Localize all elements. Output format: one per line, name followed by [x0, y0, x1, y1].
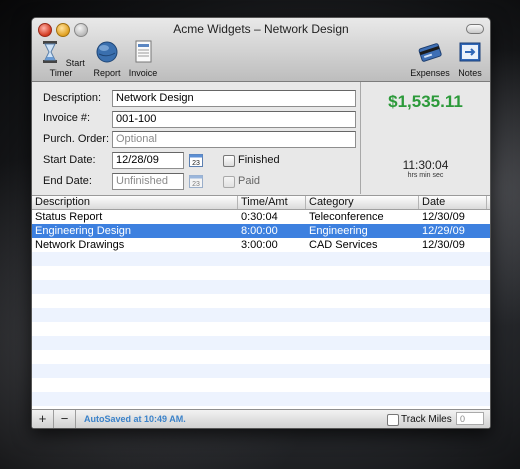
remove-entry-button[interactable]: − — [54, 410, 76, 428]
end-date-label: End Date: — [43, 175, 92, 187]
description-field[interactable]: Network Design — [112, 90, 356, 107]
title-bar: Acme Widgets – Network Design Start Time… — [32, 18, 490, 82]
invoice-button[interactable]: Invoice — [126, 40, 160, 78]
globe-icon — [96, 41, 118, 63]
start-timer-button[interactable]: Start Timer — [36, 40, 86, 78]
autosave-status: AutoSaved at 10:49 AM. — [84, 414, 186, 424]
report-label: Report — [93, 68, 121, 78]
empty-row — [32, 280, 490, 294]
cell-description: Network Drawings — [35, 239, 125, 251]
empty-row — [32, 266, 490, 280]
toolbar-toggle-button[interactable] — [466, 24, 484, 34]
table-row[interactable]: Network Drawings 3:00:00 CAD Services 12/30… — [32, 238, 490, 252]
end-date-field[interactable]: Unfinished — [112, 173, 184, 190]
paid-checkbox[interactable] — [223, 176, 235, 188]
cell-category: Teleconference — [309, 211, 384, 223]
column-header-category[interactable]: Category — [306, 196, 419, 209]
empty-row — [32, 392, 490, 406]
table-header: Description Time/Amt Category Date — [32, 196, 490, 210]
expenses-button[interactable]: Expenses — [408, 40, 452, 78]
empty-row — [32, 350, 490, 364]
entries-table: Description Time/Amt Category Date Statu… — [32, 195, 490, 410]
empty-row — [32, 364, 490, 378]
summary-panel: $1,535.11 11:30:04 hrs min sec — [361, 82, 490, 194]
empty-row — [32, 336, 490, 350]
column-header-date[interactable]: Date — [419, 196, 487, 209]
start-date-label: Start Date: — [43, 154, 96, 166]
cell-category: Engineering — [309, 225, 368, 237]
paid-label: Paid — [238, 175, 261, 187]
cell-date: 12/30/09 — [422, 239, 465, 251]
expenses-label: Expenses — [410, 68, 450, 78]
invoice-document-icon — [135, 40, 152, 63]
end-date-calendar-button[interactable]: 23 — [189, 174, 203, 188]
start-date-field[interactable]: 12/28/09 — [112, 152, 184, 169]
purchase-order-field[interactable]: Optional — [112, 131, 356, 148]
purchase-order-label: Purch. Order: — [43, 133, 110, 145]
invoice-number-label: Invoice #: — [43, 112, 91, 124]
cell-description: Engineering Design — [35, 225, 132, 237]
credit-card-icon — [418, 43, 442, 62]
timer-units: hrs min sec — [407, 172, 444, 179]
empty-row — [32, 322, 490, 336]
svg-text:23: 23 — [192, 181, 200, 188]
app-window: Acme Widgets – Network Design Start Time… — [31, 17, 491, 429]
notes-icon — [459, 42, 481, 62]
hourglass-icon — [43, 41, 58, 63]
cell-date: 12/29/09 — [422, 225, 465, 237]
empty-row — [32, 308, 490, 322]
invoice-label: Invoice — [128, 68, 158, 78]
table-row[interactable]: Engineering Design 8:00:00 Engineering 12/2… — [32, 224, 490, 238]
cell-time: 0:30:04 — [241, 211, 278, 223]
empty-row — [32, 252, 490, 266]
notes-label: Notes — [458, 68, 482, 78]
start-date-calendar-button[interactable]: 23 — [189, 153, 203, 167]
svg-text:23: 23 — [192, 160, 200, 167]
invoice-number-field[interactable]: 001-100 — [112, 111, 356, 128]
track-miles-label: Track Miles — [401, 414, 452, 425]
column-header-description[interactable]: Description — [32, 196, 238, 209]
bottom-bar: + − AutoSaved at 10:49 AM. Track Miles 0 — [32, 409, 490, 428]
column-header-time[interactable]: Time/Amt — [238, 196, 306, 209]
empty-row — [32, 378, 490, 392]
finished-checkbox[interactable] — [223, 155, 235, 167]
calendar-icon: 23 — [189, 154, 203, 167]
details-panel: Description: Network Design Invoice #: 0… — [32, 82, 361, 194]
elapsed-timer: 11:30:04 — [402, 158, 449, 172]
report-button[interactable]: Report — [90, 40, 124, 78]
table-row[interactable]: Status Report 0:30:04 Teleconference 12/30/… — [32, 210, 490, 224]
cell-description: Status Report — [35, 211, 103, 223]
total-amount: $1,535.11 — [388, 92, 463, 111]
empty-row — [32, 294, 490, 308]
cell-category: CAD Services — [309, 239, 378, 251]
miles-field[interactable]: 0 — [456, 412, 484, 425]
notes-button[interactable]: Notes — [454, 40, 486, 78]
calendar-icon: 23 — [189, 175, 203, 188]
cell-date: 12/30/09 — [422, 211, 465, 223]
window-title: Acme Widgets – Network Design — [173, 22, 349, 36]
add-entry-button[interactable]: + — [32, 410, 54, 428]
description-label: Description: — [43, 92, 102, 104]
cell-time: 8:00:00 — [241, 225, 278, 237]
cell-time: 3:00:00 — [241, 239, 278, 251]
finished-label: Finished — [238, 154, 280, 166]
track-miles-checkbox[interactable] — [387, 414, 399, 426]
